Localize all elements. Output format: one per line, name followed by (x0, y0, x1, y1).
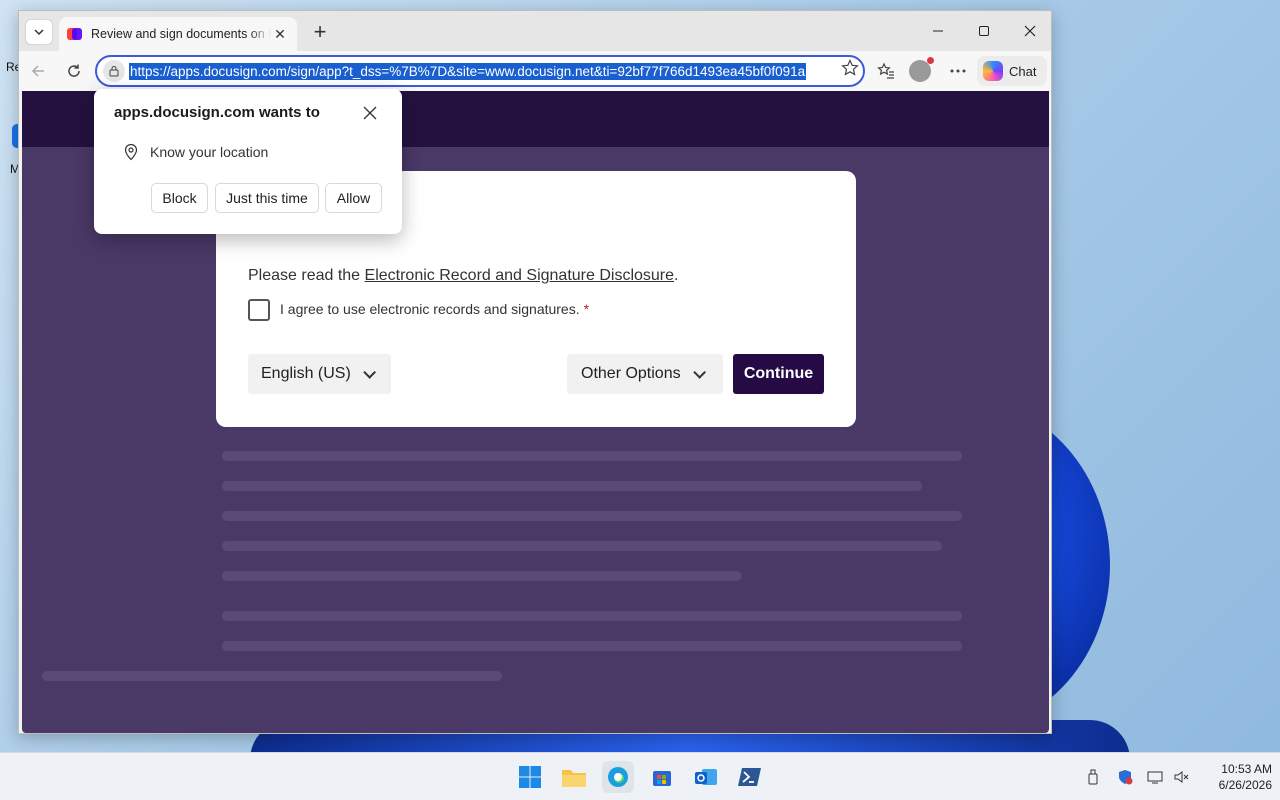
edge-taskbar-button[interactable] (602, 761, 634, 793)
blurred-footer-text (42, 671, 502, 681)
location-pin-icon (124, 143, 138, 161)
title-bar: Review and sign documents on DocuSign ✕ … (19, 11, 1051, 51)
address-bar[interactable]: https://apps.docusign.com/sign/app?t_dss… (95, 55, 865, 87)
windows-logo-icon (519, 766, 541, 788)
minimize-icon (933, 30, 943, 32)
tab-title: Review and sign documents on DocuSign (91, 27, 271, 41)
agree-label[interactable]: I agree to use electronic records and si… (280, 301, 589, 317)
favorites-button[interactable] (873, 58, 899, 84)
maximize-button[interactable] (961, 11, 1007, 51)
back-button[interactable] (23, 57, 53, 85)
disclosure-period: . (674, 267, 679, 284)
blurred-document-text (222, 541, 942, 551)
chevron-down-icon (692, 365, 706, 379)
browser-toolbar: https://apps.docusign.com/sign/app?t_dss… (19, 51, 1051, 91)
powershell-icon (738, 768, 761, 786)
powershell-button[interactable] (734, 761, 766, 793)
copilot-label: Chat (1009, 63, 1037, 79)
file-explorer-button[interactable] (558, 761, 590, 793)
agree-checkbox[interactable] (248, 299, 270, 321)
tab-close-icon[interactable]: ✕ (271, 26, 289, 43)
disclosure-link[interactable]: Electronic Record and Signature Disclosu… (365, 267, 674, 284)
disclosure-text: Please read the Electronic Record and Si… (248, 267, 678, 285)
blurred-document-text (222, 571, 742, 581)
refresh-icon (68, 64, 80, 77)
new-tab-button[interactable]: + (307, 19, 333, 45)
outlook-icon (695, 769, 717, 785)
permission-request-text: Know your location (150, 144, 269, 160)
chevron-down-icon (363, 365, 376, 379)
taskbar: 10:53 AM 6/26/2026 (0, 752, 1280, 800)
docusign-favicon-icon (67, 26, 83, 42)
language-label: English (US) (261, 365, 351, 382)
taskbar-clock[interactable]: 10:53 AM 6/26/2026 (1196, 761, 1272, 793)
blurred-document-text (222, 511, 962, 521)
blurred-document-text (222, 451, 962, 461)
language-select[interactable]: English (US) (248, 354, 391, 394)
permission-title: apps.docusign.com wants to (114, 104, 320, 121)
profile-avatar[interactable] (909, 57, 934, 82)
site-info-button[interactable] (103, 60, 125, 82)
agree-label-text: I agree to use electronic records and si… (280, 301, 580, 317)
usb-icon[interactable] (1084, 768, 1102, 786)
minimize-button[interactable] (915, 11, 961, 51)
start-button[interactable] (514, 761, 546, 793)
volume-muted-icon[interactable] (1172, 768, 1190, 786)
close-icon (363, 106, 377, 120)
settings-more-button[interactable] (945, 58, 971, 84)
continue-button[interactable]: Continue (733, 354, 824, 394)
network-icon[interactable] (1146, 768, 1164, 786)
clock-time: 10:53 AM (1221, 762, 1272, 776)
copilot-icon (983, 61, 1003, 81)
just-this-time-button[interactable]: Just this time (215, 183, 319, 213)
favorites-icon (877, 62, 894, 79)
folder-icon (562, 770, 586, 787)
location-permission-popup: apps.docusign.com wants to Know your loc… (94, 89, 402, 234)
allow-button[interactable]: Allow (325, 183, 382, 213)
blurred-document-text (222, 611, 962, 621)
maximize-icon (979, 26, 989, 36)
favorite-star-button[interactable] (837, 55, 863, 81)
tab-actions-button[interactable] (25, 19, 53, 45)
other-options-label: Other Options (581, 365, 681, 382)
clock-date: 6/26/2026 (1218, 778, 1272, 792)
required-mark: * (583, 301, 590, 317)
store-button[interactable] (646, 761, 678, 793)
block-button[interactable]: Block (151, 183, 208, 213)
tab-docusign[interactable]: Review and sign documents on DocuSign ✕ (59, 17, 297, 51)
store-icon (653, 771, 671, 786)
blurred-document-text (222, 481, 922, 491)
edge-icon (608, 767, 628, 787)
close-window-button[interactable] (1007, 11, 1053, 51)
url-text[interactable]: https://apps.docusign.com/sign/app?t_dss… (129, 62, 807, 80)
lock-icon (109, 66, 119, 77)
permission-close-button[interactable] (360, 103, 380, 123)
chevron-down-icon (34, 29, 44, 36)
other-options-button[interactable]: Other Options (567, 354, 723, 394)
security-shield-icon[interactable] (1116, 768, 1134, 786)
back-arrow-icon (31, 65, 44, 77)
copilot-chat-button[interactable]: Chat (977, 56, 1047, 86)
refresh-button[interactable] (59, 57, 89, 85)
disclosure-intro: Please read the (248, 267, 365, 284)
blurred-document-text (222, 641, 962, 651)
permission-request-row: Know your location (122, 143, 268, 161)
star-icon (841, 59, 859, 76)
more-icon (950, 69, 966, 73)
outlook-button[interactable] (690, 761, 722, 793)
close-icon (1024, 25, 1036, 37)
